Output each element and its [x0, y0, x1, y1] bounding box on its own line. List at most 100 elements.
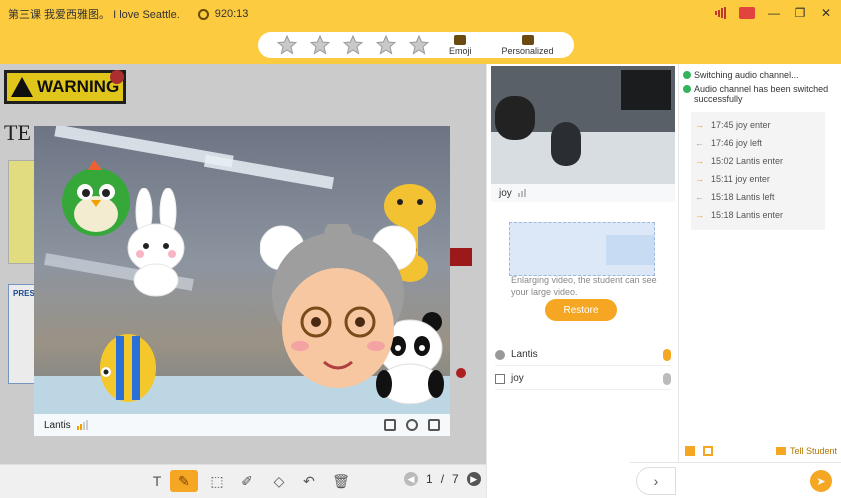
microphone-icon[interactable] [663, 372, 671, 385]
log-row: → 15:11 joy enter [695, 170, 825, 188]
medal-icon [521, 34, 534, 45]
system-message-text: Switching audio channel... [694, 70, 799, 80]
reward-pill: Emoji Personalized [258, 32, 574, 58]
signal-icon [713, 6, 727, 20]
fish-sticker [100, 334, 156, 402]
cartoon-face-filter [260, 224, 416, 388]
screenshot-icon[interactable] [703, 446, 713, 456]
member-name: joy [511, 373, 524, 384]
prev-page-button[interactable]: ◀ [404, 472, 418, 486]
tell-student-label: Tell Student [789, 446, 837, 456]
system-message-text: Audio channel has been switched successf… [694, 84, 829, 104]
fullscreen-icon[interactable] [384, 419, 396, 431]
log-text: 17:45 joy enter [711, 120, 771, 130]
star-icon[interactable] [375, 34, 397, 56]
whiteboard-tools: T ✎ ⬚ ✐ ◇ ↶ 🗑 ◀ 1 / 7 ▶ [0, 464, 486, 498]
emoji-icon [454, 34, 467, 45]
log-row: ← 15:18 Lantis left [695, 188, 825, 206]
computer-icon [495, 373, 505, 384]
log-row: → 15:02 Lantis enter [695, 152, 825, 170]
student-panel: joy Enlarging video, the student can see… [486, 64, 678, 498]
teacher-name: Lantis [44, 419, 71, 431]
mouse-object [551, 122, 581, 166]
window-title: 第三课 我爱西雅图。 I love Seattle. [8, 9, 180, 21]
member-name: Lantis [511, 349, 538, 360]
enter-icon: → [695, 120, 704, 130]
mouse-object [495, 96, 535, 140]
microphone-icon[interactable] [663, 348, 671, 361]
page-current: 1 [426, 472, 433, 486]
star-icon[interactable] [309, 34, 331, 56]
image-icon[interactable] [685, 446, 695, 456]
chat-tools: Tell Student [685, 444, 837, 458]
camera-icon[interactable] [428, 419, 440, 431]
title-bar: 第三课 我爱西雅图。 I love Seattle. 920:13 — ❐ ✕ [0, 0, 841, 28]
minimize-button[interactable]: — [767, 6, 781, 20]
log-row: → 15:18 Lantis enter [695, 206, 825, 224]
ceiling-light [203, 154, 335, 190]
system-message: Audio channel has been switched successf… [683, 84, 835, 104]
log-text: 15:18 Lantis enter [711, 210, 784, 220]
member-row[interactable]: Lantis [495, 344, 671, 366]
attendance-log: → 17:45 joy enter ← 17:46 joy left → 15:02 … [691, 112, 825, 230]
select-tool-icon[interactable]: ⬚ [206, 470, 228, 492]
green-bird-sticker [62, 160, 130, 236]
personalized-button[interactable]: Personalized [502, 34, 554, 56]
page-total: 7 [452, 472, 459, 486]
student-video-footer: joy [491, 184, 675, 202]
teacher-video[interactable]: Lantis [34, 126, 450, 436]
log-text: 17:46 joy left [711, 138, 763, 148]
expand-chevron-icon[interactable]: › [636, 467, 676, 495]
microphone-icon[interactable] [406, 419, 418, 431]
marker-tool-icon[interactable]: ✐ [236, 470, 258, 492]
star-icon[interactable] [342, 34, 364, 56]
enter-icon: → [695, 210, 704, 220]
next-page-button[interactable]: ▶ [466, 472, 481, 486]
audio-level-icon [517, 189, 526, 197]
leave-icon: ← [695, 192, 704, 202]
star-icon[interactable] [408, 34, 430, 56]
clock-icon [197, 8, 209, 20]
enlarged-video-placeholder [509, 222, 655, 276]
bunny-sticker [127, 188, 185, 297]
reward-toolbar: Emoji Personalized [0, 28, 841, 64]
restore-window-button[interactable]: ❐ [793, 6, 807, 20]
log-text: 15:02 Lantis enter [711, 156, 784, 166]
text-tool-icon[interactable]: T [146, 470, 168, 492]
log-text: 15:18 Lantis left [711, 192, 775, 202]
audio-level-icon [76, 420, 88, 430]
timer-value: 920:13 [214, 8, 249, 20]
chat-panel: Switching audio channel... Audio channel… [678, 64, 841, 498]
chat-input-bar: › ➤ [630, 462, 841, 498]
log-text: 15:11 joy enter [711, 174, 770, 184]
success-icon [683, 71, 691, 79]
enter-icon: → [695, 156, 704, 166]
teacher-video-footer: Lantis [34, 414, 450, 436]
send-icon[interactable]: ➤ [810, 470, 832, 492]
member-row[interactable]: joy [495, 368, 671, 390]
window-controls: — ❐ ✕ [713, 6, 833, 20]
page-separator: / [440, 472, 445, 486]
page-navigator: ◀ 1 / 7 ▶ [404, 472, 481, 486]
enter-icon: → [695, 174, 704, 184]
student-video[interactable]: joy [491, 66, 675, 202]
small-video-placeholder [606, 235, 654, 265]
log-row: → 17:45 joy enter [695, 116, 825, 134]
system-message: Switching audio channel... [683, 70, 835, 80]
pen-tool-icon[interactable]: ✎ [170, 470, 198, 492]
whiteboard[interactable]: WARNING TE PRES Lantis [0, 64, 486, 464]
class-timer: 920:13 [197, 8, 249, 20]
restore-button[interactable]: Restore [545, 299, 617, 321]
classroom-stage: WARNING TE PRES Lantis T ✎ ⬚ ✐ ◇ ↶ 🗑 ◀ 1… [0, 64, 486, 498]
tell-student-button[interactable]: Tell Student [775, 446, 837, 456]
emoji-button[interactable]: Emoji [449, 34, 472, 56]
eraser-tool-icon[interactable]: ◇ [268, 470, 290, 492]
success-icon [683, 85, 691, 93]
screen-share-icon[interactable] [739, 7, 755, 19]
student-name: joy [499, 187, 512, 199]
star-icon[interactable] [276, 34, 298, 56]
close-button[interactable]: ✕ [819, 6, 833, 20]
leave-icon: ← [695, 138, 704, 148]
undo-icon[interactable]: ↶ [298, 470, 320, 492]
trash-icon[interactable]: 🗑 [330, 470, 352, 492]
